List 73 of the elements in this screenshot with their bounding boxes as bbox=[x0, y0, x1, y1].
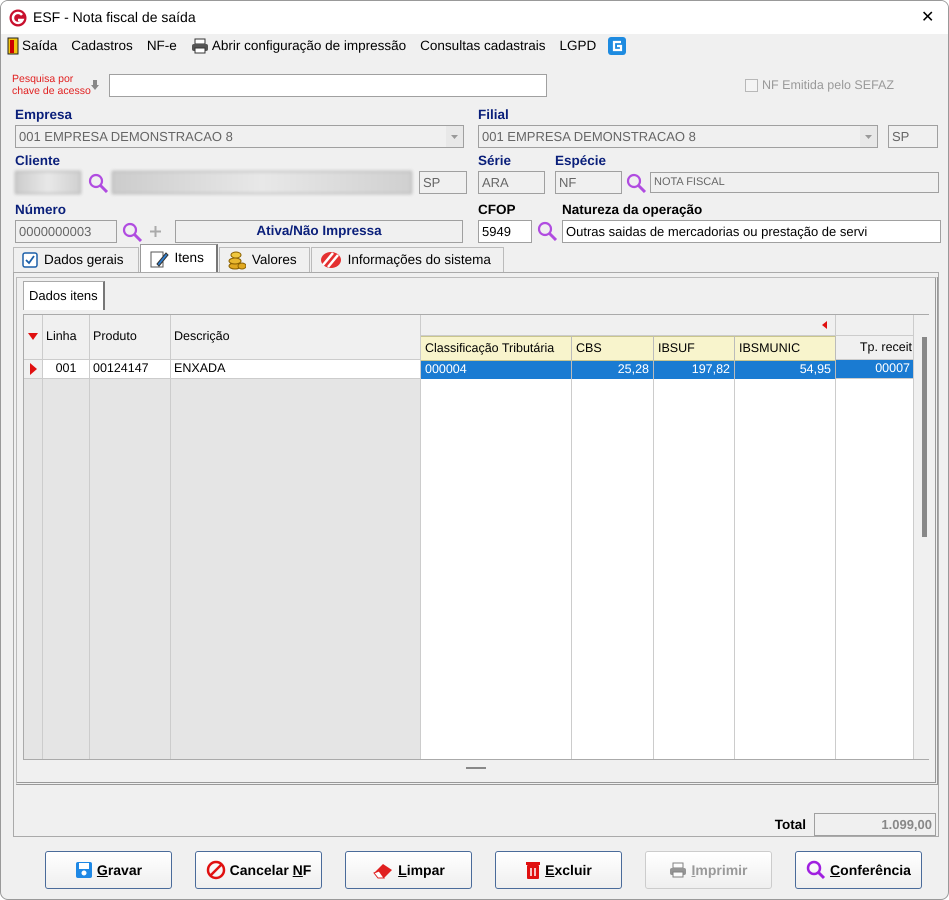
menu-item[interactable]: NF-e bbox=[144, 36, 179, 56]
coins-icon bbox=[228, 250, 246, 270]
search-icon bbox=[806, 860, 826, 880]
column-header[interactable]: Classificação Tributária bbox=[421, 336, 572, 360]
menu-item[interactable]: Consultas cadastrais bbox=[418, 36, 548, 56]
checkbox-label: NF Emitida pelo SEFAZ bbox=[762, 76, 894, 94]
menu-item[interactable]: Cadastros bbox=[69, 36, 135, 56]
menu-item[interactable]: Abrir configuração de impressão bbox=[188, 36, 408, 56]
printer-icon bbox=[190, 38, 209, 54]
search-field[interactable] bbox=[109, 74, 547, 96]
table-cell: 25,28 bbox=[572, 360, 654, 378]
action-button[interactable]: Conferência bbox=[795, 851, 922, 889]
tab[interactable]: Valores bbox=[218, 247, 310, 272]
action-button[interactable]: Excluir bbox=[495, 851, 622, 889]
tab[interactable]: Itens bbox=[140, 244, 218, 272]
printer-icon bbox=[669, 862, 688, 878]
text-field[interactable]: 5949 bbox=[478, 220, 532, 243]
total-label: Total bbox=[774, 816, 806, 832]
app-logo-icon bbox=[9, 8, 27, 26]
column-header[interactable]: Descrição bbox=[171, 314, 421, 360]
pencil-icon bbox=[148, 248, 169, 268]
eraser-icon bbox=[372, 861, 394, 879]
column-header[interactable]: CBS bbox=[572, 336, 654, 360]
field-label: Cliente bbox=[15, 153, 62, 169]
field-label: Empresa bbox=[15, 107, 74, 123]
action-button[interactable]: Gravar bbox=[45, 851, 172, 889]
table-cell: 54,95 bbox=[735, 360, 836, 378]
table-cell: 197,82 bbox=[654, 360, 735, 378]
dropdown[interactable]: 001 EMPRESA DEMONSTRACAO 8 bbox=[15, 125, 464, 148]
search-label: Pesquisa por chave de acesso bbox=[12, 73, 90, 97]
close-button[interactable]: ✕ bbox=[915, 6, 940, 30]
column-header[interactable]: Linha bbox=[43, 314, 90, 360]
door-icon bbox=[7, 37, 19, 55]
tab[interactable]: Informações do sistema bbox=[310, 247, 504, 272]
trash-icon bbox=[525, 860, 542, 880]
field-label: CFOP bbox=[478, 202, 517, 218]
column-header[interactable]: Produto bbox=[90, 314, 171, 360]
sort-arrow-icon[interactable] bbox=[28, 333, 38, 340]
field-label: Natureza da operação bbox=[562, 202, 704, 218]
plus-icon[interactable] bbox=[149, 225, 162, 238]
table-cell: 00007 bbox=[836, 360, 914, 378]
menu-item[interactable]: Saída bbox=[5, 36, 60, 56]
action-button[interactable]: Limpar bbox=[345, 851, 472, 889]
left-arrow-icon[interactable] bbox=[822, 320, 827, 328]
tab[interactable]: Dados gerais bbox=[13, 247, 139, 272]
search-icon[interactable] bbox=[626, 172, 648, 192]
dropdown[interactable]: 001 EMPRESA DEMONSTRACAO 8 bbox=[478, 125, 878, 148]
status-field: Ativa/Não Impressa bbox=[175, 220, 463, 243]
blurred-field bbox=[15, 171, 81, 194]
column-header[interactable]: Tp. receit bbox=[836, 336, 914, 360]
field-label: Espécie bbox=[555, 153, 608, 169]
column-header[interactable]: IBSMUNIC bbox=[735, 336, 836, 360]
search-icon[interactable] bbox=[88, 172, 110, 192]
field-label: Número bbox=[15, 202, 68, 218]
scrollbar-thumb[interactable] bbox=[922, 336, 926, 536]
logo-icon[interactable] bbox=[608, 37, 626, 55]
column-header[interactable]: IBSUF bbox=[654, 336, 735, 360]
checkbox-icon bbox=[22, 252, 38, 268]
subtab[interactable]: Dados itens bbox=[23, 281, 105, 310]
text-field[interactable]: Outras saidas de mercadorias ou prestação de servi bbox=[562, 220, 941, 243]
field-label: Filial bbox=[478, 107, 510, 123]
down-arrow-icon bbox=[90, 79, 100, 91]
splitter-handle[interactable] bbox=[466, 766, 486, 770]
menu-item[interactable]: LGPD bbox=[557, 36, 598, 56]
window-title: ESF - Nota fiscal de saída bbox=[33, 8, 196, 27]
action-button[interactable]: Cancelar NF bbox=[195, 851, 322, 889]
search-icon[interactable] bbox=[122, 222, 144, 242]
field-label: Série bbox=[478, 153, 512, 169]
stripes-icon bbox=[320, 251, 342, 269]
search-icon[interactable] bbox=[537, 221, 559, 241]
total-field: 1.099,00 bbox=[814, 813, 936, 836]
prohibited-icon bbox=[206, 860, 226, 880]
table-cell: 000004 bbox=[421, 360, 572, 378]
